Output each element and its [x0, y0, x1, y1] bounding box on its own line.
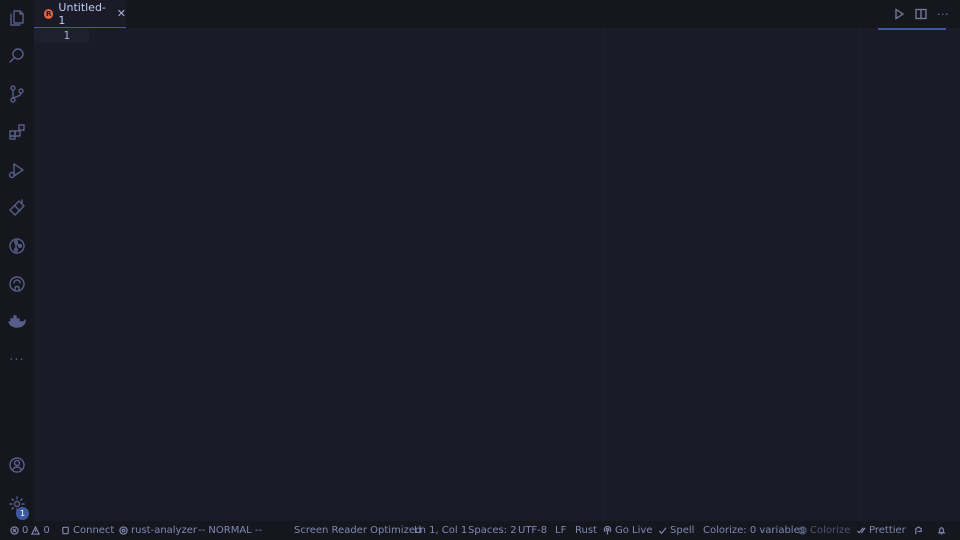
- settings-badge: 1: [16, 507, 29, 520]
- explorer-icon[interactable]: [0, 1, 34, 35]
- colorize-item[interactable]: Colorize: [798, 521, 850, 540]
- indentation[interactable]: Spaces: 2: [468, 521, 517, 540]
- warning-count: 0: [43, 525, 50, 536]
- rust-analyzer-item[interactable]: rust-analyzer: [119, 521, 197, 540]
- run-icon[interactable]: [892, 7, 906, 21]
- editor-tabs: R Untitled-1 ✕ ···: [34, 0, 960, 28]
- line-number: 1: [63, 29, 70, 42]
- end-of-line[interactable]: LF: [555, 521, 566, 540]
- remote-icon: [62, 526, 69, 535]
- connect-item[interactable]: Connect: [61, 521, 114, 540]
- minimap-slider[interactable]: [878, 28, 946, 30]
- git-graph-icon[interactable]: [0, 229, 34, 263]
- screen-reader-mode[interactable]: Screen Reader Optimized: [294, 521, 421, 540]
- minimap-edge: [860, 28, 861, 521]
- tab-label: Untitled-1: [58, 0, 106, 27]
- rust-analyzer-icon: [119, 526, 128, 535]
- search-icon[interactable]: [0, 39, 34, 73]
- status-bar: 0 0 Connect rust-analyzer -- NORMAL -- S…: [0, 521, 960, 540]
- extensions-icon[interactable]: [0, 115, 34, 149]
- double-check-icon: [857, 527, 866, 534]
- go-live-item[interactable]: Go Live: [603, 521, 652, 540]
- activity-bar: ··· 1: [0, 0, 34, 521]
- warning-icon: [31, 526, 41, 535]
- github-icon[interactable]: [0, 267, 34, 301]
- disabled-icon: [798, 526, 807, 535]
- settings-gear-icon[interactable]: 1: [0, 487, 34, 521]
- editor-actions: ···: [892, 0, 950, 28]
- editor-area[interactable]: 1: [34, 28, 960, 521]
- more-icon[interactable]: ···: [0, 343, 34, 377]
- language-mode[interactable]: Rust: [575, 521, 597, 540]
- editor-ruler: [604, 28, 605, 521]
- split-editor-icon[interactable]: [914, 7, 928, 21]
- prettier-item[interactable]: Prettier: [857, 521, 906, 540]
- tab-untitled-1[interactable]: R Untitled-1 ✕: [34, 0, 126, 28]
- accounts-icon[interactable]: [0, 448, 34, 482]
- spell-item[interactable]: Spell: [658, 521, 694, 540]
- docker-icon[interactable]: [0, 305, 34, 339]
- source-control-icon[interactable]: [0, 77, 34, 111]
- problems-indicator[interactable]: 0 0: [10, 521, 50, 540]
- vim-mode: -- NORMAL --: [198, 525, 263, 536]
- rust-file-icon: R: [44, 8, 54, 19]
- testing-flask-icon[interactable]: [0, 191, 34, 225]
- close-icon[interactable]: ✕: [117, 7, 126, 20]
- more-actions-icon[interactable]: ···: [936, 7, 950, 21]
- broadcast-icon: [603, 526, 612, 535]
- colorize-variables[interactable]: Colorize: 0 variables: [703, 521, 805, 540]
- cursor-position[interactable]: Ln 1, Col 1: [414, 521, 467, 540]
- run-debug-icon[interactable]: [0, 153, 34, 187]
- error-count: 0: [22, 525, 29, 536]
- encoding[interactable]: UTF-8: [518, 521, 547, 540]
- notifications-bell-icon[interactable]: [937, 521, 946, 540]
- error-icon: [10, 526, 19, 535]
- check-icon: [658, 527, 667, 535]
- feedback-icon[interactable]: [914, 521, 923, 540]
